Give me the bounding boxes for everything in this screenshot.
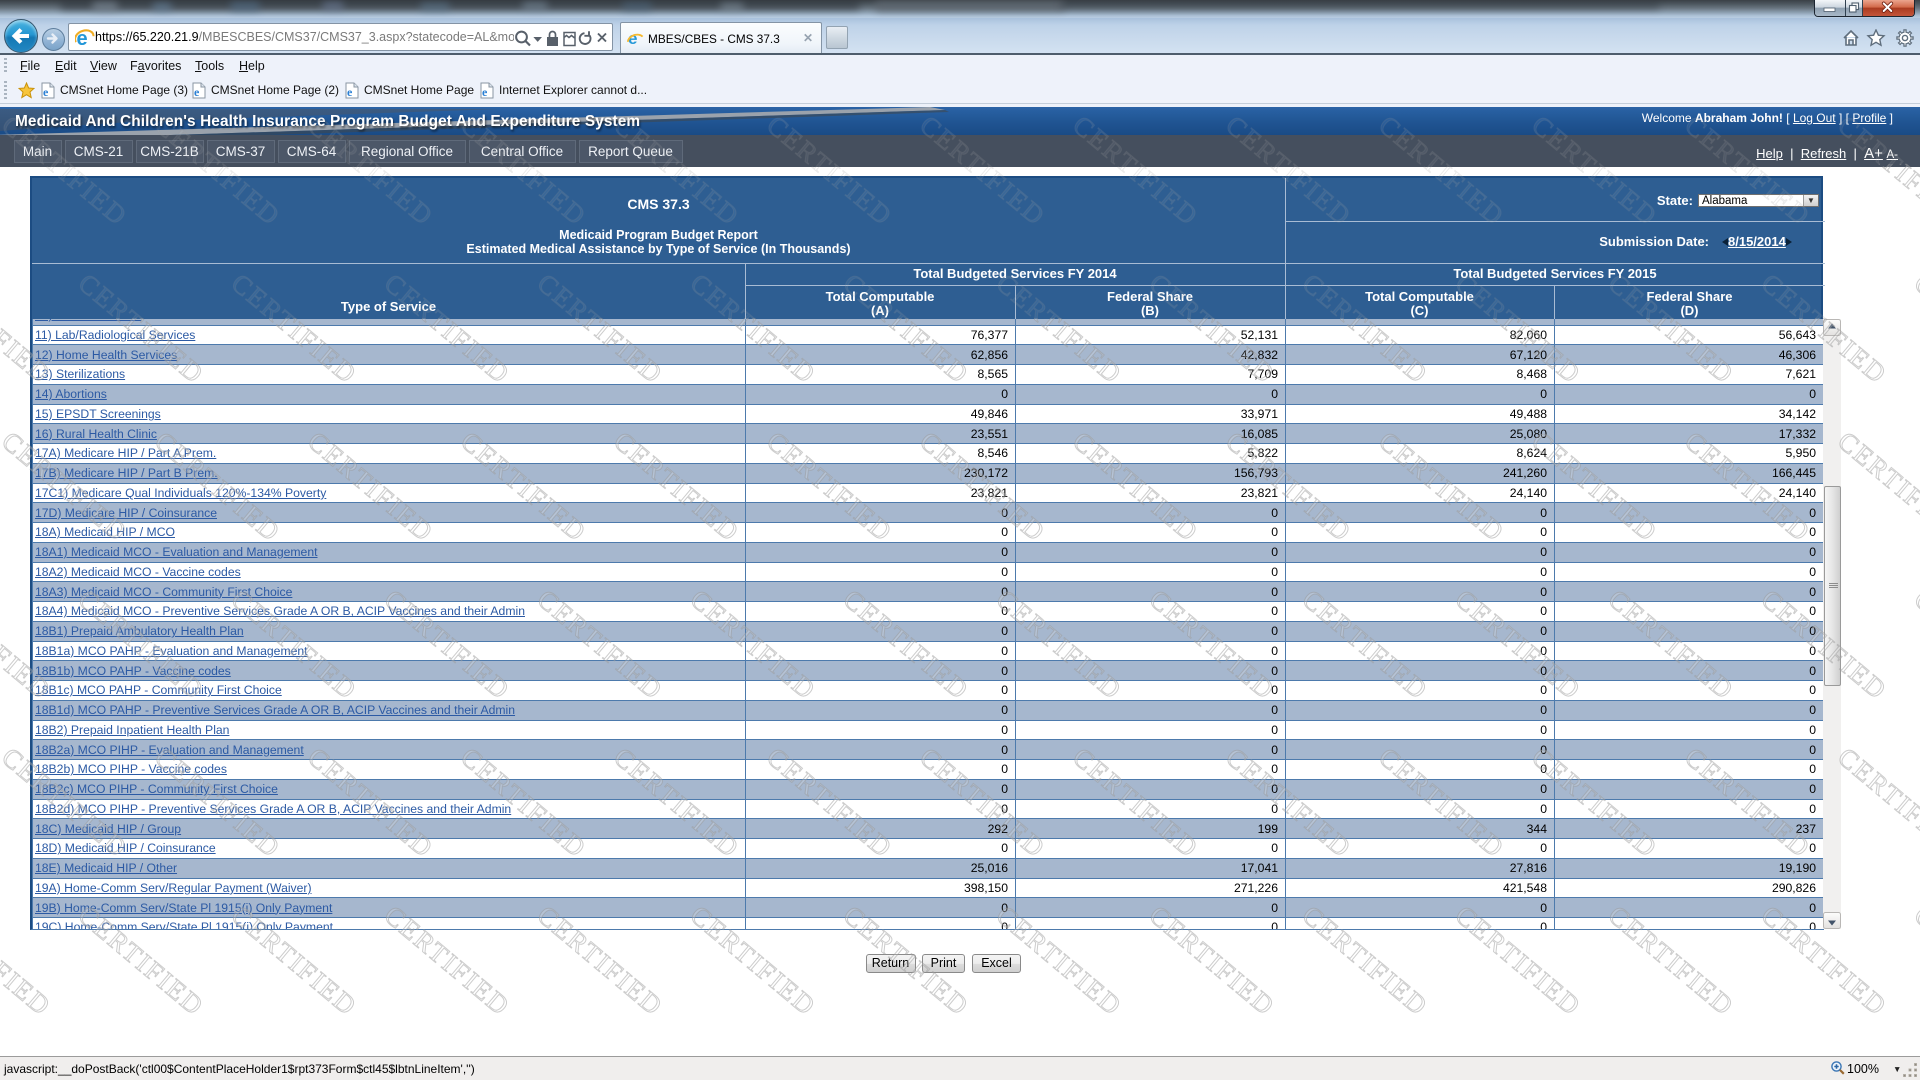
svg-text:e: e [347, 85, 353, 99]
svg-text:e: e [43, 85, 49, 99]
svg-text:e: e [482, 85, 488, 99]
svg-text:e: e [194, 85, 200, 99]
